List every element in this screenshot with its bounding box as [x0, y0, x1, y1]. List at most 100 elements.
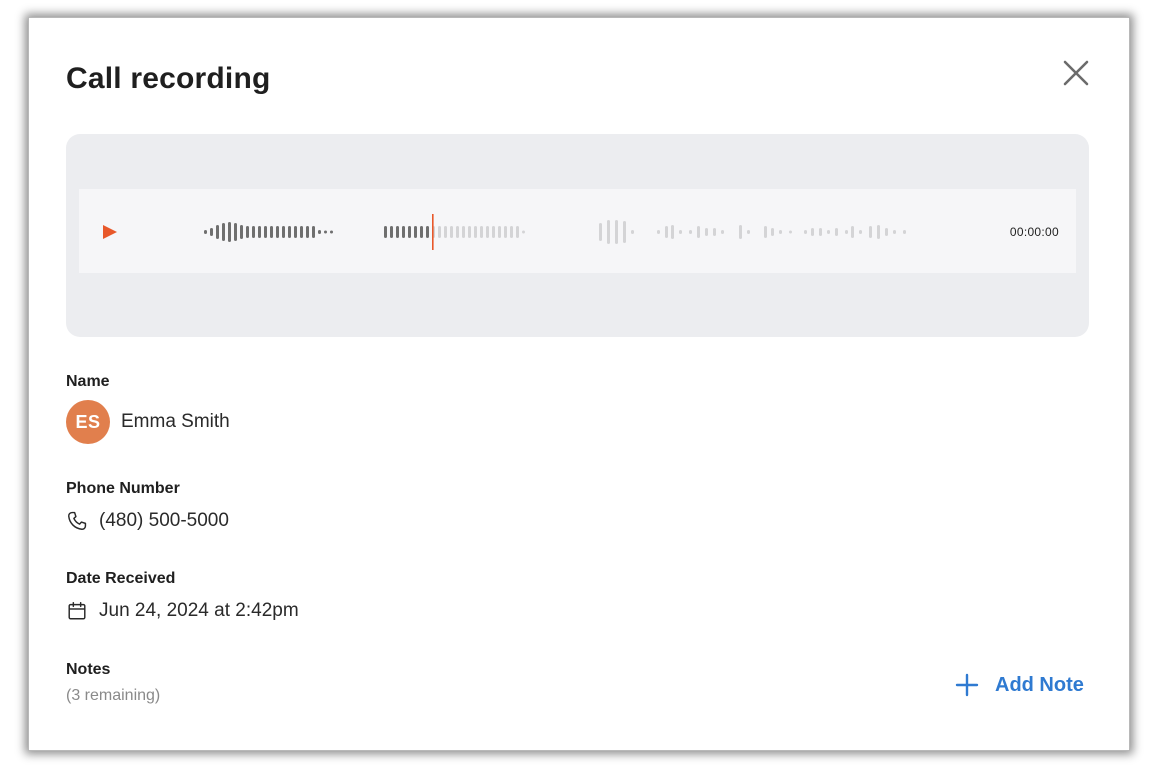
waveform-bar	[408, 226, 411, 238]
waveform-bar	[222, 223, 225, 241]
add-note-label: Add Note	[995, 673, 1084, 696]
date-received-label: Date Received	[66, 570, 176, 587]
waveform-bar	[827, 230, 830, 234]
notes-remaining: (3 remaining)	[66, 687, 161, 704]
waveform-bar	[318, 230, 321, 234]
waveform-bar	[288, 226, 291, 238]
waveform-bar	[282, 226, 285, 238]
waveform-bar	[306, 226, 309, 238]
waveform-bar	[804, 230, 807, 234]
waveform-bar	[851, 226, 854, 238]
waveform-bar	[486, 226, 489, 238]
waveform-bar	[903, 230, 906, 234]
waveform-bar	[522, 230, 525, 234]
waveform-bar	[396, 226, 399, 238]
waveform-bar	[330, 230, 333, 234]
waveform-bar	[390, 226, 393, 238]
waveform-bar	[665, 226, 668, 238]
play-button[interactable]	[101, 223, 119, 241]
waveform-bar	[689, 230, 692, 234]
audio-waveform[interactable]	[199, 209, 919, 255]
waveform-bar	[835, 228, 838, 236]
waveform-bar	[312, 226, 315, 238]
playback-time: 00:00:00	[1009, 225, 1059, 239]
phone-number: (480) 500-5000	[99, 510, 229, 531]
waveform-bar	[747, 230, 750, 234]
waveform-bar	[789, 230, 792, 234]
audio-player: 00:00:00	[79, 189, 1076, 273]
waveform-bar	[811, 228, 814, 236]
waveform-bar	[234, 223, 237, 241]
waveform-bar	[779, 230, 782, 234]
close-button[interactable]	[1059, 56, 1093, 90]
plus-icon	[955, 673, 979, 697]
playhead[interactable]	[432, 214, 434, 250]
waveform-bar	[462, 226, 465, 238]
waveform-bar	[246, 226, 249, 238]
waveform-bar	[414, 226, 417, 238]
waveform-bar	[276, 226, 279, 238]
dialog-title: Call recording	[66, 62, 271, 95]
waveform-bar	[504, 226, 507, 238]
date-received: Jun 24, 2024 at 2:42pm	[99, 600, 299, 621]
waveform-bar	[877, 225, 880, 239]
waveform-bar	[679, 230, 682, 234]
waveform-bar	[450, 226, 453, 238]
waveform-bar	[869, 226, 872, 238]
name-label: Name	[66, 373, 110, 390]
waveform-bar	[623, 221, 626, 243]
play-icon	[103, 225, 117, 239]
waveform-bar	[438, 226, 441, 238]
add-note-button[interactable]: Add Note	[955, 670, 1084, 700]
waveform-bar	[420, 226, 423, 238]
waveform-bar	[893, 230, 896, 234]
phone-number-label: Phone Number	[66, 480, 180, 497]
contact-name: Emma Smith	[121, 411, 230, 432]
waveform-bar	[705, 228, 708, 236]
calendar-icon	[68, 602, 86, 620]
avatar: ES	[66, 400, 110, 444]
waveform-bar	[264, 226, 267, 238]
waveform-bar	[324, 230, 327, 234]
waveform-bar	[210, 228, 213, 236]
waveform-bar	[671, 225, 674, 239]
waveform-bar	[480, 226, 483, 238]
waveform-bar	[456, 226, 459, 238]
waveform-bar	[492, 226, 495, 238]
waveform-bar	[510, 226, 513, 238]
waveform-bar	[697, 226, 700, 238]
waveform-bar	[216, 225, 219, 239]
waveform-bar	[713, 228, 716, 236]
waveform-bar	[631, 230, 634, 234]
waveform-bar	[426, 226, 429, 238]
waveform-bar	[599, 223, 602, 241]
waveform-bar	[252, 226, 255, 238]
waveform-bar	[228, 222, 231, 242]
waveform-bar	[739, 225, 742, 239]
waveform-bar	[607, 220, 610, 244]
call-recording-dialog: Call recording 00:00:00 Name ES Emma Smi…	[29, 18, 1129, 750]
waveform-bar	[294, 226, 297, 238]
waveform-bar	[258, 226, 261, 238]
waveform-bar	[498, 226, 501, 238]
waveform-bar	[204, 230, 207, 234]
audio-player-card: 00:00:00	[66, 134, 1089, 337]
waveform-bar	[240, 225, 243, 239]
notes-label: Notes	[66, 661, 111, 678]
waveform-bar	[615, 220, 618, 244]
waveform-bar	[885, 228, 888, 236]
waveform-bar	[516, 226, 519, 238]
waveform-bar	[402, 226, 405, 238]
waveform-bar	[819, 228, 822, 236]
waveform-bar	[771, 228, 774, 236]
waveform-bar	[657, 230, 660, 234]
waveform-bar	[845, 230, 848, 234]
waveform-bar	[859, 230, 862, 234]
phone-icon	[68, 511, 87, 530]
waveform-bar	[468, 226, 471, 238]
waveform-bar	[721, 230, 724, 234]
waveform-bar	[300, 226, 303, 238]
waveform-bar	[384, 226, 387, 238]
waveform-bar	[444, 226, 447, 238]
close-icon	[1063, 60, 1089, 86]
